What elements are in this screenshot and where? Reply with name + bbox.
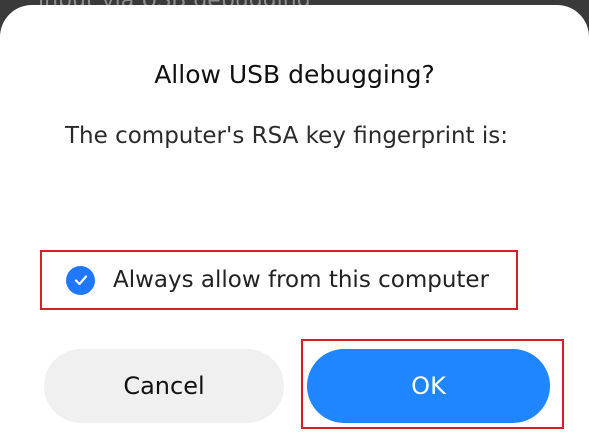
check-icon — [66, 265, 95, 295]
dialog-title: Allow USB debugging? — [154, 60, 435, 89]
always-allow-checkbox[interactable]: Always allow from this computer — [40, 250, 518, 310]
always-allow-label: Always allow from this computer — [113, 267, 490, 293]
ok-button[interactable]: OK — [307, 349, 550, 423]
cancel-button[interactable]: Cancel — [44, 349, 284, 423]
usb-debugging-dialog: Allow USB debugging? The computer's RSA … — [0, 5, 589, 435]
dialog-message: The computer's RSA key fingerprint is: — [65, 123, 508, 149]
